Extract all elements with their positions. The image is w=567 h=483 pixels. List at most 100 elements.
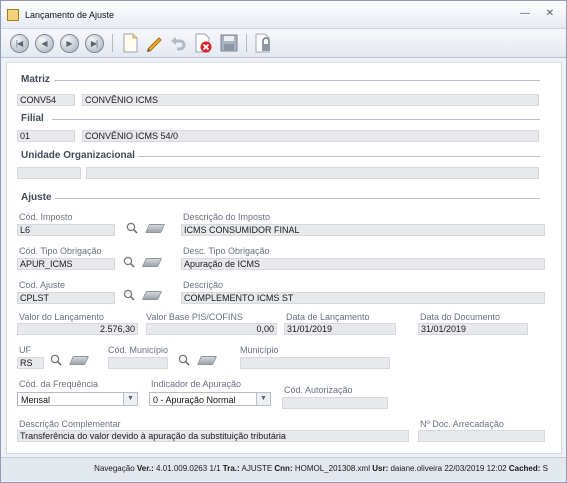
app-icon: [7, 9, 19, 21]
window-title: Lançamento de Ajuste: [25, 10, 115, 20]
cod-frequencia-select[interactable]: Mensal ▼: [17, 392, 138, 406]
cod-autorizacao-label: Cód. Autorização: [284, 385, 353, 395]
status-time: 12:02: [486, 464, 507, 473]
eraser-icon[interactable]: [141, 258, 163, 267]
cod-imposto-field[interactable]: L6: [17, 224, 115, 236]
data-lancamento-label: Data de Lançamento: [286, 312, 370, 322]
indicador-apuracao-value: 0 - Apuração Normal: [153, 395, 236, 405]
cod-municipio-actions: [178, 353, 220, 371]
descricao-imposto-label: Descrição do Imposto: [183, 212, 271, 222]
chevron-down-icon[interactable]: ▼: [256, 393, 270, 405]
search-icon[interactable]: [123, 256, 135, 268]
adjustment-window: Lançamento de Ajuste ― ✕ |◀ ◀ ▶ ▶| Matri: [0, 0, 567, 483]
uf-actions: [50, 353, 92, 371]
minimize-icon[interactable]: ―: [518, 7, 532, 21]
matriz-section-title: Matriz: [21, 74, 50, 85]
descricao-field: COMPLEMENTO ICMS ST: [181, 292, 545, 304]
next-record-button[interactable]: ▶: [57, 32, 81, 54]
filial-section-title: Filial: [21, 113, 44, 124]
unidade-code-field[interactable]: [17, 167, 81, 179]
uf-field[interactable]: RS: [17, 357, 44, 369]
section-divider: [54, 80, 540, 81]
chevron-down-icon[interactable]: ▼: [123, 393, 137, 405]
eraser-icon[interactable]: [144, 224, 166, 233]
valor-base-field[interactable]: 0,00: [146, 323, 277, 335]
transaction-value: AJUSTE: [241, 464, 273, 473]
new-document-button[interactable]: [118, 32, 142, 54]
descricao-label: Descrição: [183, 280, 224, 290]
status-bar: Navegação Ver.: 4.01.009.0263 1/1 Tra.: …: [1, 457, 566, 481]
previous-record-button[interactable]: ◀: [32, 32, 56, 54]
delete-icon: [195, 33, 212, 53]
cod-tipo-obrigacao-field[interactable]: APUR_ICMS: [17, 258, 115, 270]
descricao-complementar-field[interactable]: Transferência do valor devido à apuração…: [17, 430, 409, 442]
connection-value: HOMOL_201308.xml: [294, 464, 370, 473]
cod-tipo-obrigacao-label: Cód. Tipo Obrigação: [19, 246, 102, 256]
eraser-icon[interactable]: [68, 356, 90, 365]
search-icon[interactable]: [126, 222, 138, 234]
filial-description-field: CONVÊNIO ICMS 54/0: [82, 130, 539, 142]
municipio-field: [240, 357, 390, 369]
num-doc-arrecadacao-field[interactable]: [418, 430, 545, 442]
valor-base-label: Valor Base PIS/COFINS: [146, 312, 243, 322]
previous-record-icon: ◀: [34, 33, 54, 53]
cod-frequencia-label: Cód. da Frequência: [19, 379, 99, 389]
matriz-description-field: CONVÊNIO ICMS: [82, 94, 539, 106]
uf-label: UF: [19, 345, 31, 355]
eraser-icon[interactable]: [141, 291, 163, 300]
last-record-icon: ▶|: [84, 33, 104, 53]
edit-button[interactable]: [142, 32, 166, 54]
desc-tipo-obrigacao-field: Apuração de ICMS: [181, 258, 545, 270]
status-date: 22/03/2019: [444, 464, 485, 473]
section-divider: [52, 119, 540, 120]
search-icon[interactable]: [178, 354, 190, 366]
data-lancamento-field[interactable]: 31/01/2019: [284, 323, 396, 335]
cod-imposto-actions: [126, 221, 168, 239]
cached-value: S: [542, 464, 548, 473]
matriz-code-field[interactable]: CONV54: [17, 94, 75, 106]
lock-button[interactable]: [251, 32, 275, 54]
version-label: Ver.:: [136, 464, 154, 473]
navigation-label: Navegação: [94, 464, 135, 473]
first-record-button[interactable]: |◀: [7, 32, 31, 54]
data-documento-field[interactable]: 31/01/2019: [418, 323, 528, 335]
save-button[interactable]: [217, 32, 241, 54]
user-label: Usr:: [372, 464, 389, 473]
edit-pencil-icon: [147, 37, 162, 52]
transaction-label: Tra.:: [222, 464, 240, 473]
cached-label: Cached:: [508, 464, 541, 473]
page-indicator: 1/1: [209, 464, 221, 473]
search-icon[interactable]: [123, 289, 135, 301]
unidade-description-field: [86, 167, 539, 179]
unidade-section-title: Unidade Organizacional: [21, 150, 135, 161]
save-icon: [220, 34, 238, 52]
new-document-icon: [123, 33, 138, 53]
filial-code-field[interactable]: 01: [17, 130, 75, 142]
user-value: daiane.oliveira: [390, 464, 443, 473]
valor-lancamento-label: Valor do Lançamento: [19, 312, 104, 322]
last-record-button[interactable]: ▶|: [82, 32, 106, 54]
cod-autorizacao-field[interactable]: [282, 397, 388, 409]
data-documento-label: Data do Documento: [420, 312, 501, 322]
delete-button[interactable]: [191, 32, 215, 54]
cod-municipio-field[interactable]: [108, 357, 168, 369]
eraser-icon[interactable]: [196, 356, 218, 365]
descricao-imposto-field: ICMS CONSUMIDOR FINAL: [181, 224, 545, 236]
cod-ajuste-label: Cod. Ajuste: [19, 280, 66, 290]
first-record-icon: |◀: [9, 33, 29, 53]
cod-ajuste-actions: [123, 288, 165, 306]
ajuste-section-title: Ajuste: [21, 192, 52, 203]
search-icon[interactable]: [50, 354, 62, 366]
section-divider: [138, 156, 540, 157]
close-icon[interactable]: ✕: [543, 7, 557, 21]
valor-lancamento-field[interactable]: 2.576,30: [17, 323, 138, 335]
num-doc-arrecadacao-label: Nº Doc. Arrecadação: [420, 419, 504, 429]
cod-municipio-label: Cód. Município: [108, 345, 169, 355]
next-record-icon: ▶: [59, 33, 79, 53]
toolbar: |◀ ◀ ▶ ▶|: [1, 29, 566, 58]
undo-icon: [171, 37, 186, 51]
indicador-apuracao-select[interactable]: 0 - Apuração Normal ▼: [149, 392, 271, 406]
cod-ajuste-field[interactable]: CPLST: [17, 292, 115, 304]
version-value: 4.01.009.0263: [156, 464, 208, 473]
undo-button[interactable]: [166, 32, 190, 54]
